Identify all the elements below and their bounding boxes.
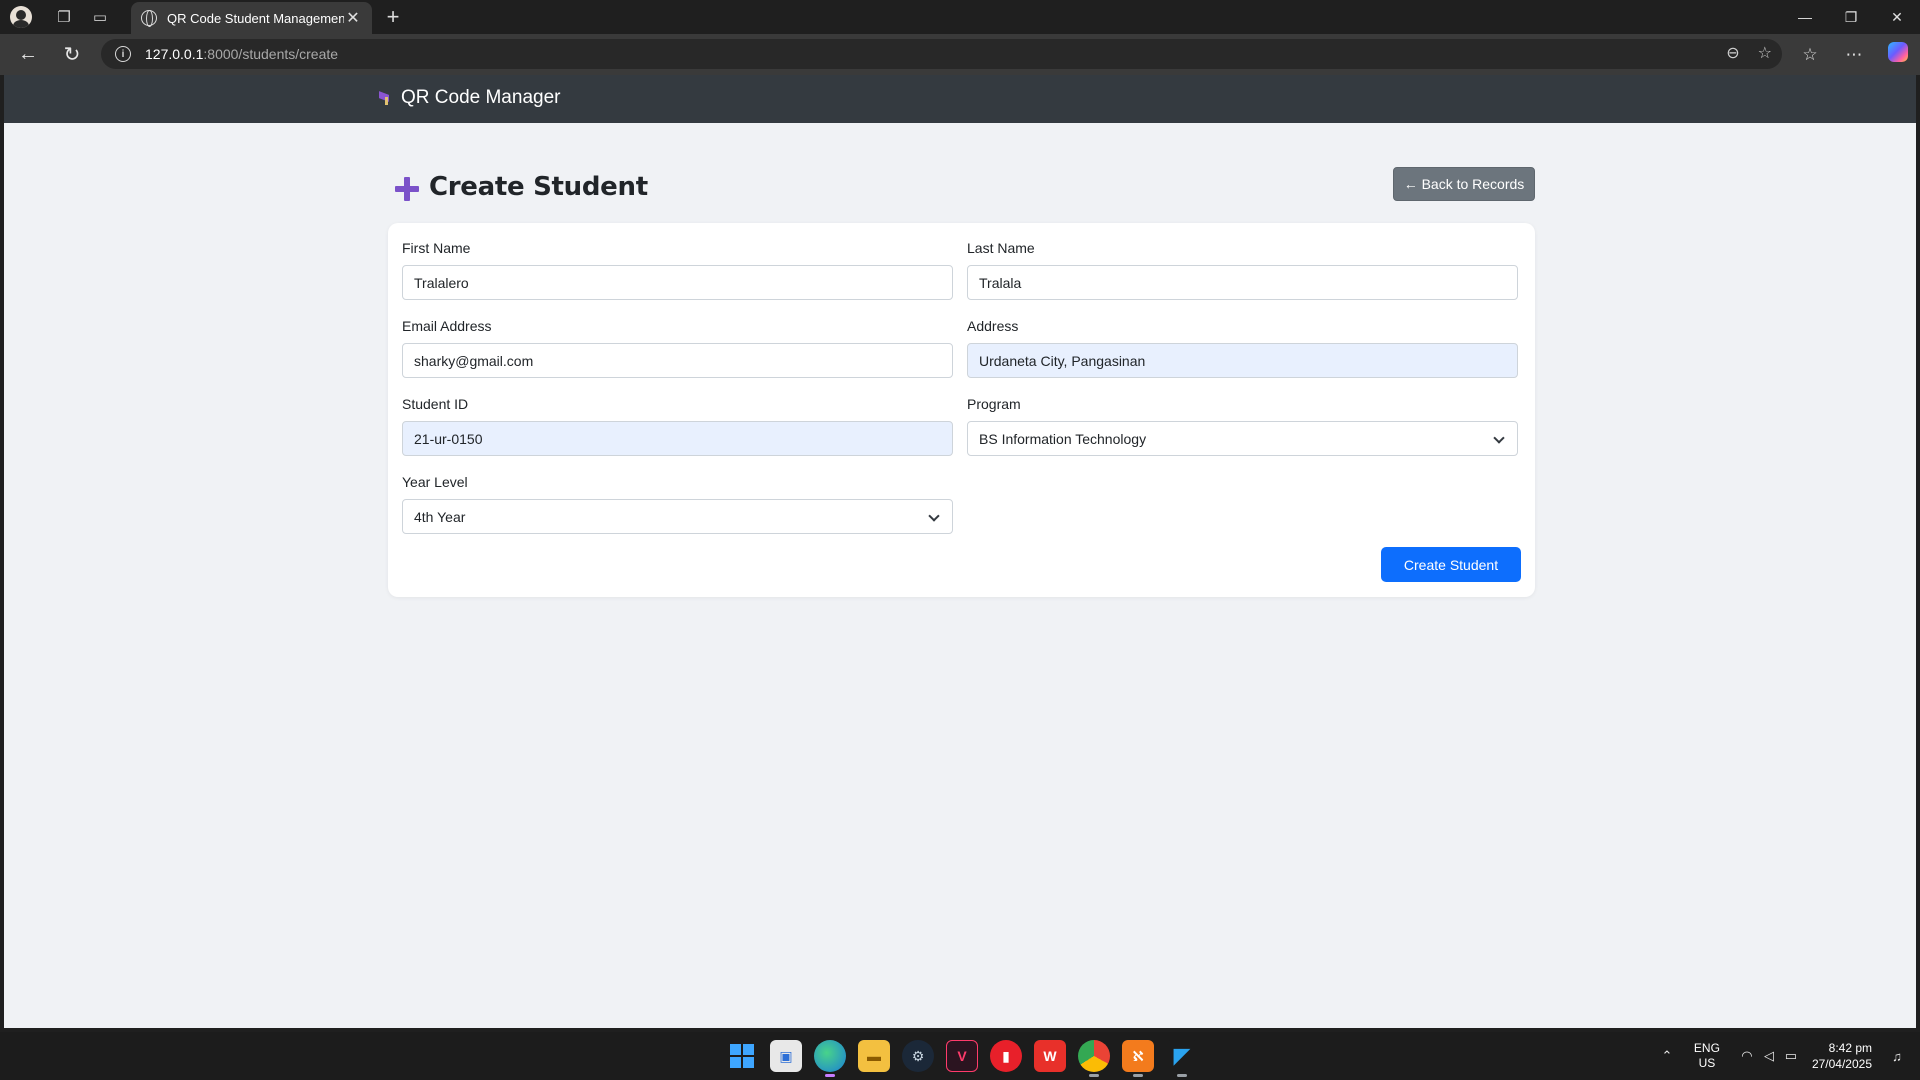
- vscode-icon[interactable]: ◤: [1166, 1040, 1198, 1077]
- email-group: Email Address sharky@gmail.com: [402, 318, 953, 378]
- wps-office-icon[interactable]: W: [1034, 1040, 1066, 1072]
- favorite-star-icon[interactable]: ☆: [1758, 43, 1772, 63]
- student-id-input[interactable]: 21-ur-0150: [402, 421, 953, 456]
- brand-logo-icon: [378, 91, 392, 105]
- clock[interactable]: 8:42 pm 27/04/2025: [1812, 1040, 1872, 1072]
- student-form-card: First Name Tralalero Last Name Tralala E…: [388, 223, 1535, 597]
- email-input[interactable]: sharky@gmail.com: [402, 343, 953, 378]
- chevron-up-icon[interactable]: ⌃: [1656, 1048, 1678, 1064]
- language-region: US: [1698, 1056, 1716, 1070]
- start-menu-icon[interactable]: [726, 1040, 758, 1072]
- address-bar[interactable]: i 127.0.0.1 :8000/students/create ⊖ ☆: [101, 39, 1782, 69]
- anydesk-icon[interactable]: ▮: [990, 1040, 1022, 1072]
- last-name-label: Last Name: [967, 240, 1035, 256]
- new-tab-button[interactable]: +: [380, 4, 406, 30]
- url-host: 127.0.0.1: [145, 46, 204, 62]
- taskbar-apps: ▣ ▬ ⚙ V ▮ W ℵ ◤: [726, 1040, 1198, 1077]
- plus-icon: [395, 177, 419, 201]
- chevron-down-icon: [1493, 432, 1505, 444]
- program-select[interactable]: BS Information Technology: [967, 421, 1518, 456]
- wifi-icon[interactable]: ◠: [1736, 1048, 1758, 1064]
- first-name-label: First Name: [402, 240, 471, 256]
- file-explorer-icon[interactable]: ▬: [858, 1040, 890, 1072]
- brand-title: QR Code Manager: [401, 87, 561, 108]
- steam-icon[interactable]: ⚙: [902, 1040, 934, 1072]
- volume-icon[interactable]: ◁: [1758, 1048, 1780, 1064]
- page-title: Create Student: [429, 172, 648, 202]
- window-controls: — ❐ ✕: [1782, 0, 1920, 34]
- browser-tab-bar: ❐ ▭ QR Code Student Management ✕ + — ❐ ✕: [0, 0, 1920, 34]
- minimize-icon[interactable]: —: [1782, 0, 1828, 34]
- address-group: Address Urdaneta City, Pangasinan: [967, 318, 1518, 378]
- battery-icon[interactable]: ▭: [1780, 1048, 1802, 1064]
- last-name-group: Last Name Tralala: [967, 240, 1518, 300]
- back-arrow-icon[interactable]: ←: [6, 37, 50, 73]
- favorites-list-icon[interactable]: ☆: [1788, 45, 1832, 65]
- tab-title: QR Code Student Management: [167, 10, 344, 26]
- year-level-select[interactable]: 4th Year: [402, 499, 953, 534]
- chrome-icon[interactable]: [1078, 1040, 1110, 1077]
- zoom-out-icon[interactable]: ⊖: [1726, 43, 1739, 63]
- close-tab-icon[interactable]: ✕: [344, 8, 362, 28]
- system-tray: ⌃ ENG US ◠ ◁ ▭ 8:42 pm 27/04/2025 ♫: [1656, 1032, 1920, 1080]
- clock-time: 8:42 pm: [1828, 1041, 1872, 1055]
- email-label: Email Address: [402, 318, 492, 334]
- refresh-icon[interactable]: ↻: [50, 37, 94, 73]
- close-window-icon[interactable]: ✕: [1874, 0, 1920, 34]
- xampp-icon[interactable]: ℵ: [1122, 1040, 1154, 1077]
- notification-bell-icon[interactable]: ♫: [1886, 1049, 1908, 1064]
- first-name-input[interactable]: Tralalero: [402, 265, 953, 300]
- page-header: Create Student ← Back to Records: [388, 167, 1535, 207]
- language-indicator[interactable]: ENG US: [1694, 1041, 1720, 1071]
- page-viewport: QR Code Manager Create Student ← Back to…: [4, 75, 1916, 1028]
- store-icon[interactable]: ▣: [770, 1040, 802, 1072]
- copilot-icon[interactable]: [1876, 42, 1920, 67]
- address-input[interactable]: Urdaneta City, Pangasinan: [967, 343, 1518, 378]
- globe-icon: [141, 10, 157, 27]
- language-code: ENG: [1693, 1041, 1720, 1055]
- year-level-label: Year Level: [402, 474, 468, 490]
- edge-browser-icon[interactable]: [814, 1040, 846, 1077]
- tab-actions-icon[interactable]: ▭: [82, 0, 118, 34]
- browser-toolbar: ← ↻ i 127.0.0.1 :8000/students/create ⊖ …: [0, 34, 1920, 75]
- student-id-label: Student ID: [402, 396, 469, 412]
- program-label: Program: [967, 396, 1021, 412]
- first-name-group: First Name Tralalero: [402, 240, 953, 300]
- year-level-selected-value: 4th Year: [414, 508, 466, 525]
- student-id-group: Student ID 21-ur-0150: [402, 396, 953, 456]
- windows-taskbar: ▣ ▬ ⚙ V ▮ W ℵ ◤ ⌃ ENG US ◠ ◁ ▭ 8:42 pm 2…: [0, 1032, 1920, 1080]
- profile-avatar-icon[interactable]: [10, 6, 32, 28]
- create-student-button[interactable]: Create Student: [1381, 547, 1521, 582]
- url-path: :8000/students/create: [203, 46, 339, 62]
- workspaces-icon[interactable]: ❐: [46, 0, 82, 34]
- address-label: Address: [967, 318, 1019, 334]
- more-menu-icon[interactable]: ⋯: [1832, 45, 1876, 65]
- back-to-records-button[interactable]: ← Back to Records: [1393, 167, 1535, 201]
- site-info-icon[interactable]: i: [115, 46, 131, 62]
- clock-date: 27/04/2025: [1811, 1057, 1872, 1071]
- app-navbar: QR Code Manager: [4, 75, 1916, 123]
- brand-link[interactable]: QR Code Manager: [378, 87, 560, 109]
- year-level-group: Year Level 4th Year: [402, 474, 953, 534]
- chevron-down-icon: [928, 510, 940, 522]
- program-selected-value: BS Information Technology: [979, 430, 1147, 447]
- restore-icon[interactable]: ❐: [1828, 0, 1874, 34]
- browser-tab-active[interactable]: QR Code Student Management ✕: [131, 2, 372, 34]
- program-group: Program BS Information Technology: [967, 396, 1518, 456]
- valorant-icon[interactable]: V: [946, 1040, 978, 1072]
- last-name-input[interactable]: Tralala: [967, 265, 1518, 300]
